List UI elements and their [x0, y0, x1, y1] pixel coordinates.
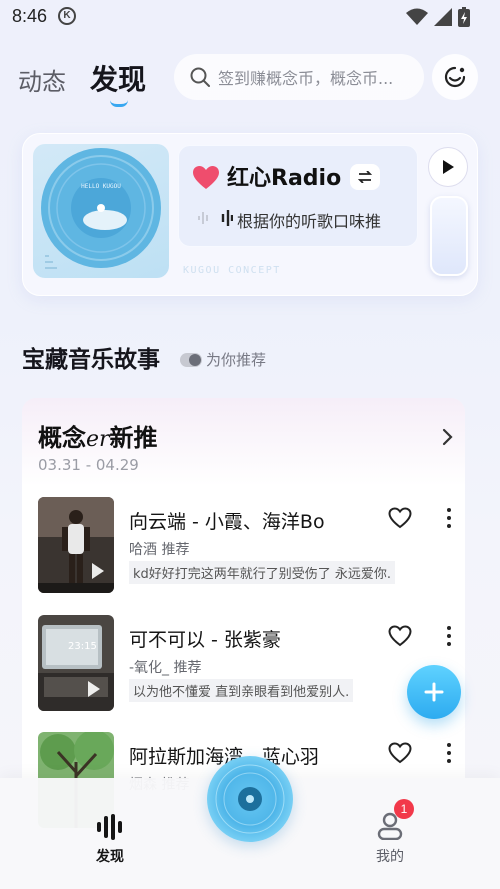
active-tab-indicator [110, 100, 128, 107]
song-cover[interactable] [38, 497, 114, 593]
disc-text: HELLO KUGOU [81, 183, 121, 190]
more-options-icon[interactable] [446, 742, 452, 764]
list-title-er: er [86, 427, 110, 452]
favorite-heart-icon[interactable] [388, 507, 412, 529]
kugou-status-icon: K [58, 7, 76, 25]
switch-mode-button[interactable] [350, 164, 380, 190]
discover-bars-icon [97, 814, 122, 840]
favorite-heart-icon[interactable] [388, 625, 412, 647]
heart-radio-card[interactable]: HELLO KUGOU 红心Radio 根据你的听歌口味推 KUGOU CONC… [22, 133, 478, 296]
status-time: 8:46 [12, 6, 48, 26]
nav-profile-label: 我的 [376, 849, 404, 865]
nav-profile[interactable]: 我的 [366, 812, 414, 866]
song-title: 可不可以 - 张紫豪 [129, 629, 281, 651]
play-icon [443, 160, 454, 174]
recommend-toggle[interactable]: 为你推荐 [180, 349, 266, 370]
toggle-label: 为你推荐 [206, 351, 267, 369]
radio-info: 红心Radio 根据你的听歌口味推 [178, 145, 418, 247]
wifi-icon [406, 8, 428, 25]
radio-title: 红心Radio [227, 166, 342, 191]
song-recommender: 哈酒 推荐 [129, 542, 190, 558]
song-title: 向云端 - 小霞、海洋Bo [129, 511, 325, 533]
radio-subtitle: 根据你的听歌口味推 [237, 212, 382, 231]
signal-icon [434, 8, 452, 26]
battery-icon [458, 7, 470, 27]
swap-icon [358, 171, 372, 183]
waveform-icon [198, 210, 233, 226]
status-bar: 8:46 K [0, 0, 500, 36]
search-placeholder: 签到赚概念币，概念币... [218, 69, 394, 88]
section-title: 宝藏音乐故事 [22, 347, 160, 373]
plus-icon [424, 682, 444, 702]
favorite-heart-icon[interactable] [388, 742, 412, 764]
radio-play-button[interactable] [428, 147, 468, 187]
now-playing-disc[interactable] [207, 756, 293, 842]
radio-disc-cover: HELLO KUGOU [33, 144, 169, 278]
status-icons [406, 6, 470, 28]
more-options-icon[interactable] [446, 625, 452, 647]
more-options-icon[interactable] [446, 507, 452, 529]
song-quote: 以为他不懂爱 直到亲眼看到他爱别人. [129, 679, 354, 702]
add-button[interactable] [407, 665, 461, 719]
nav-discover[interactable]: 发现 [86, 814, 134, 866]
list-title-post: 新推 [109, 424, 158, 452]
song-cover[interactable]: 23:15 [38, 615, 114, 711]
list-date-range: 03.31 - 04.29 [38, 456, 139, 474]
cover-image-laptop: 23:15 [38, 615, 114, 711]
concept-watermark: KUGOU CONCEPT [183, 265, 281, 276]
music-recognize-icon [444, 66, 466, 88]
search-icon [190, 67, 210, 87]
cover-time: 23:15 [68, 641, 97, 652]
tab-dongtai[interactable]: 动态 [18, 62, 66, 97]
nav-discover-label: 发现 [96, 849, 124, 865]
toggle-switch[interactable] [180, 352, 202, 367]
song-item[interactable]: 23:15 可不可以 - 张紫豪 -氧化_ 推荐 以为他不懂爱 直到亲眼看到他爱… [38, 615, 458, 713]
search-bar[interactable]: 签到赚概念币，概念币... [174, 54, 424, 100]
tab-faxian[interactable]: 发现 [90, 58, 146, 98]
list-title[interactable]: 概念er新推 [38, 418, 158, 453]
list-title-pre: 概念 [38, 424, 86, 452]
chevron-right-icon[interactable] [442, 428, 454, 446]
heart-icon [193, 166, 219, 189]
radio-side-panel[interactable] [430, 196, 468, 276]
recognize-button[interactable] [432, 54, 478, 100]
vinyl-disc-icon: HELLO KUGOU [41, 148, 161, 269]
cover-image-basketball [38, 497, 114, 593]
song-quote: kd好好打完这两年就行了别受伤了 永远爱你. [129, 561, 396, 584]
song-recommender: -氧化_ 推荐 [129, 660, 202, 676]
vinyl-player-icon [215, 764, 285, 834]
notification-badge: 1 [394, 799, 414, 819]
song-item[interactable]: 向云端 - 小霞、海洋Bo 哈酒 推荐 kd好好打完这两年就行了别受伤了 永远爱… [38, 497, 458, 595]
